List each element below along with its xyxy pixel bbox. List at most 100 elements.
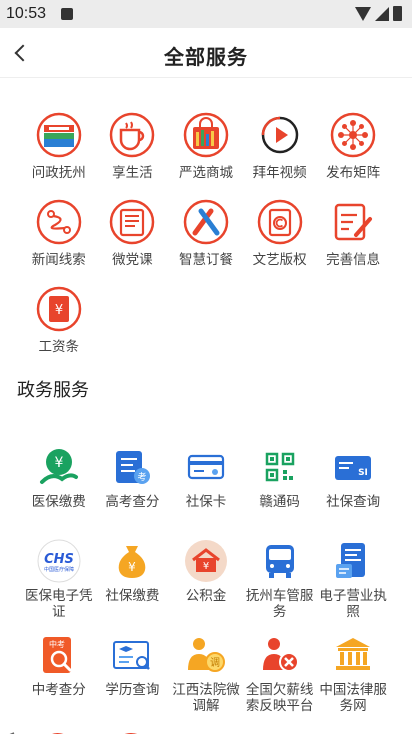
gov-housing-fund[interactable]: ¥ 公积金 <box>169 538 243 618</box>
service-label: 社保卡 <box>185 494 227 509</box>
service-label: 工资条 <box>38 339 80 354</box>
service-label: 微党课 <box>112 252 153 267</box>
status-bar: 10:53 <box>0 0 412 28</box>
service-weidangke[interactable]: 微党课 <box>96 199 170 267</box>
gov-degree-query[interactable]: 学历查询 <box>96 632 170 712</box>
service-wenzheng-fuzhou[interactable]: 问政抚州 <box>22 112 96 180</box>
service-label: 赣通码 <box>259 494 300 509</box>
gov-wage-arrears[interactable]: 全国欠薪线索反映平台 <box>243 632 317 713</box>
svg-text:SI: SI <box>358 468 368 478</box>
service-label: 抚州车管服务 <box>245 588 314 619</box>
wenzheng-icon <box>36 112 82 158</box>
zhongkao-icon: 中考 <box>36 632 82 678</box>
svg-text:考: 考 <box>138 472 147 483</box>
gov-vehicle-service[interactable]: 抚州车管服务 <box>243 538 317 619</box>
svg-text:¥: ¥ <box>203 561 209 572</box>
gov-gaokao-score[interactable]: 考 高考查分 <box>96 444 170 524</box>
service-label: 问政抚州 <box>31 165 86 180</box>
service-label: 公积金 <box>185 588 227 603</box>
service-label: 中考查分 <box>31 682 86 697</box>
edit-icon <box>330 199 376 245</box>
gov-medical-voucher[interactable]: CHS 中国医疗保障 医保电子凭证 <box>22 538 96 619</box>
wifi-icon <box>355 7 371 21</box>
gov-service-grid: ¥ 医保缴费 考 高考查分 社保卡 赣通码 SI 社保查询 CHS 中国医疗保障… <box>22 444 390 713</box>
gov-court-mediation[interactable]: 调 江西法院微调解 <box>169 632 243 713</box>
bus-icon <box>257 538 303 584</box>
svg-text:¥: ¥ <box>55 303 63 318</box>
service-label: 完善信息 <box>326 252 381 267</box>
service-label: 社保缴费 <box>105 588 160 603</box>
service-salary-slip[interactable]: ¥ 工资条 <box>22 286 96 354</box>
header: 全部服务 <box>0 28 412 78</box>
svg-text:中国医疗保障: 中国医疗保障 <box>44 566 74 573</box>
shopping-bag-icon <box>183 112 229 158</box>
service-label: 文艺版权 <box>252 252 307 267</box>
service-label: 医保缴费 <box>31 494 86 509</box>
si-query-icon: SI <box>330 444 376 490</box>
degree-icon <box>109 632 155 678</box>
service-label: 享生活 <box>112 165 153 180</box>
gov-medical-pay[interactable]: ¥ 医保缴费 <box>22 444 96 524</box>
chs-icon: CHS 中国医疗保障 <box>36 538 82 584</box>
service-news-clue[interactable]: 新闻线索 <box>22 199 96 267</box>
line-icon <box>36 199 82 245</box>
service-bainian-video[interactable]: 拜年视频 <box>243 112 317 180</box>
service-label: 电子营业执照 <box>319 588 387 619</box>
service-smart-order[interactable]: 智慧订餐 <box>169 199 243 267</box>
qr-icon <box>257 444 303 490</box>
gov-zhongkao-score[interactable]: 中考 中考查分 <box>22 632 96 712</box>
law-icon <box>330 632 376 678</box>
service-complete-info[interactable]: 完善信息 <box>316 199 390 267</box>
network-icon <box>330 112 376 158</box>
court-icon: 调 <box>183 632 229 678</box>
cup-icon <box>109 112 155 158</box>
service-label: 学历查询 <box>105 682 160 697</box>
service-grid: 问政抚州 享生活 严选商城 拜年视频 发布矩阵 新闻线索 微党课 智慧订餐 文艺… <box>22 112 390 354</box>
service-label: 全国欠薪线索反映平台 <box>245 682 314 713</box>
signal-icon <box>375 7 389 21</box>
service-label: 高考查分 <box>105 494 160 509</box>
medical-pay-icon: ¥ <box>36 444 82 490</box>
service-fabu-juzhen[interactable]: 发布矩阵 <box>316 112 390 180</box>
copyright-icon <box>257 199 303 245</box>
fund-icon: ¥ <box>183 538 229 584</box>
service-label: 拜年视频 <box>252 165 307 180</box>
zhongkao-badge: 中考 <box>49 639 65 649</box>
money-bag-icon: ¥ <box>109 538 155 584</box>
gov-si-query[interactable]: SI 社保查询 <box>316 444 390 524</box>
gov-gantong-code[interactable]: 赣通码 <box>243 444 317 524</box>
gov-law-service[interactable]: 中国法律服务网 <box>316 632 390 713</box>
svg-text:CHS: CHS <box>44 552 74 567</box>
service-label: 社保查询 <box>326 494 381 509</box>
service-label: 医保电子凭证 <box>25 588 93 619</box>
book-icon <box>109 199 155 245</box>
gov-social-card[interactable]: 社保卡 <box>169 444 243 524</box>
gov-si-pay[interactable]: ¥ 社保缴费 <box>96 538 170 618</box>
svg-text:调: 调 <box>210 657 220 669</box>
notification-icon <box>61 8 73 20</box>
service-yanxuan-shop[interactable]: 严选商城 <box>169 112 243 180</box>
status-indicators <box>355 6 402 21</box>
service-label: 发布矩阵 <box>326 165 381 180</box>
partial-next-row <box>0 726 412 734</box>
utensils-icon <box>183 199 229 245</box>
license-icon <box>330 538 376 584</box>
service-label: 江西法院微调解 <box>172 682 240 713</box>
service-label: 中国法律服务网 <box>319 682 387 713</box>
card-icon <box>183 444 229 490</box>
exam-icon: 考 <box>109 444 155 490</box>
page-title: 全部服务 <box>164 47 248 69</box>
svg-text:¥: ¥ <box>54 455 63 471</box>
section-title-gov: 政务服务 <box>17 380 89 400</box>
svg-text:¥: ¥ <box>129 560 137 574</box>
gov-business-license[interactable]: 电子营业执照 <box>316 538 390 619</box>
service-label: 严选商城 <box>178 165 233 180</box>
service-wenyi-copyright[interactable]: 文艺版权 <box>243 199 317 267</box>
status-time: 10:53 <box>6 5 47 22</box>
play-icon <box>257 112 303 158</box>
battery-icon <box>393 6 402 21</box>
wage-report-icon <box>257 632 303 678</box>
salary-icon: ¥ <box>36 286 82 332</box>
service-label: 新闻线索 <box>31 252 86 267</box>
service-xiang-shenghuo[interactable]: 享生活 <box>96 112 170 180</box>
